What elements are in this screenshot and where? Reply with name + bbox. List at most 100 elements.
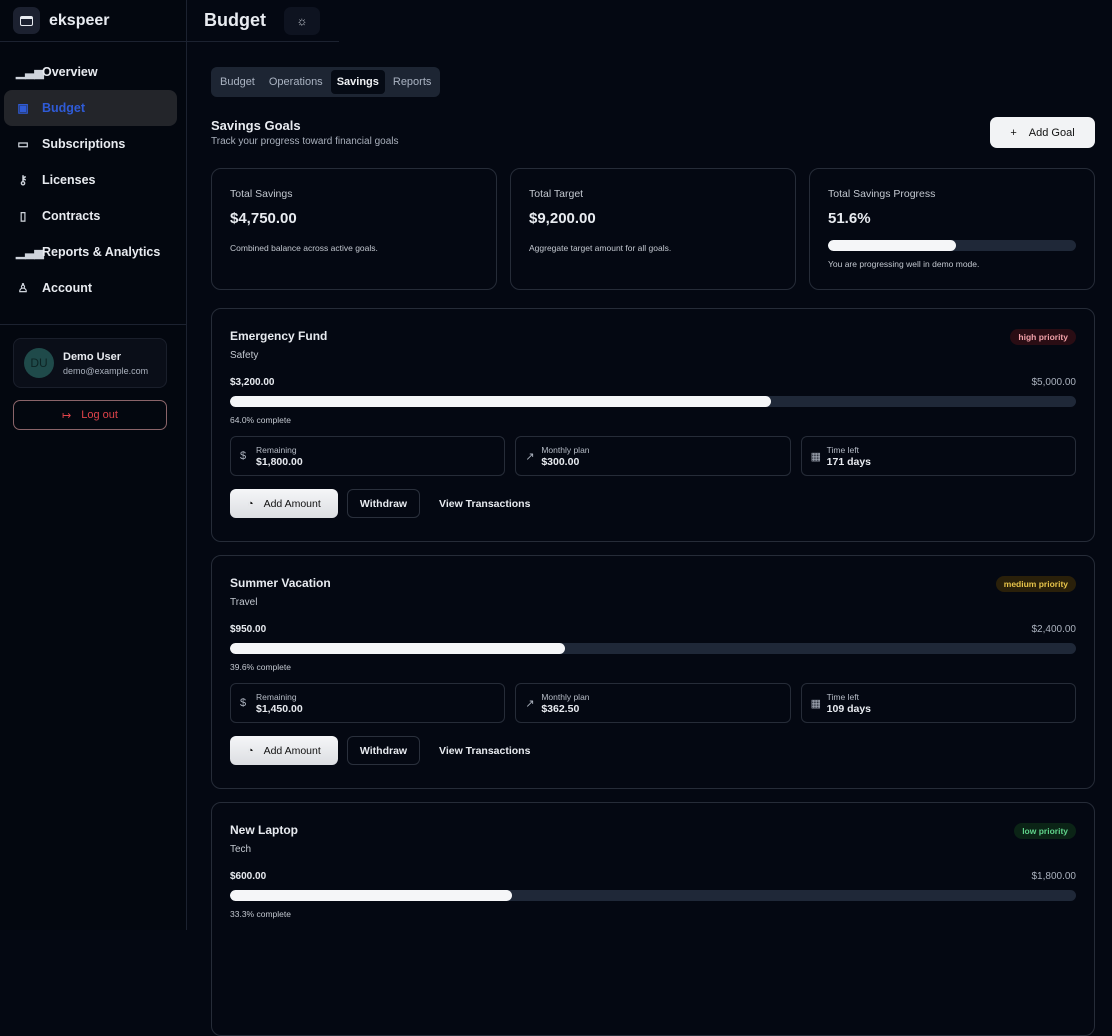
sidebar-nav: ▁▃▅ Overview ▣ Budget ▭ Subscriptions ⚷ Lice… [0,42,186,306]
percent-complete: 64.0% complete [230,415,291,425]
stat-value: $362.50 [541,702,580,715]
withdraw-button[interactable]: Withdraw [347,489,420,518]
nav-label: Reports & Analytics [42,245,161,259]
nav-label: Account [42,281,92,295]
user-icon: ♙ [17,281,29,295]
sun-icon: ☼ [296,13,308,28]
user-card: DU Demo User demo@example.com [13,338,167,388]
tab-budget[interactable]: Budget [214,70,261,94]
sidebar-item-budget[interactable]: ▣ Budget [4,90,177,126]
goal-category: Tech [230,844,252,855]
brand: ekspeer [0,0,186,42]
calendar-icon: ▦ [810,697,822,710]
piggy-bank-icon: ◔ [247,744,254,757]
progress-fill [230,643,566,654]
priority-badge: medium priority [995,576,1076,592]
stat-label: Monthly plan [541,691,590,702]
saved-amount: $600.00 [230,871,267,882]
total-target-card: Total Target $9,200.00 Aggregate target … [510,168,796,290]
card-note: Aggregate target amount for all goals. [529,243,672,253]
button-label: Add Amount [263,744,321,757]
goal-card: Summer Vacation Travel medium priority $… [211,555,1095,789]
divider [0,324,186,325]
stat-value: $1,800.00 [256,455,303,468]
nav-label: Budget [42,101,86,115]
target-amount: $1,800.00 [1031,871,1077,882]
percent-complete: 39.6% complete [230,662,291,672]
logout-button[interactable]: ↦ Log out [13,400,167,430]
nav-label: Contracts [42,209,101,223]
progress-fill [828,240,956,251]
theme-toggle-button[interactable]: ☼ [284,6,320,35]
user-email: demo@example.com [63,365,149,376]
remaining-stat: $ Remaining $1,800.00 [230,436,506,476]
calendar-icon: ▦ [810,450,822,463]
sidebar-item-subscriptions[interactable]: ▭ Subscriptions [4,126,177,162]
file-icon: ▯ [19,209,27,223]
time-left-stat: ▦ Time left 171 days [800,436,1076,476]
goal-category: Travel [230,597,258,608]
avatar: DU [24,348,54,378]
section-subtitle: Track your progress toward financial goa… [211,136,399,147]
stat-value: 171 days [826,455,872,468]
target-amount: $5,000.00 [1031,377,1077,388]
add-goal-button[interactable]: + Add Goal [990,117,1095,148]
saved-amount: $950.00 [230,624,267,635]
sidebar-item-overview[interactable]: ▁▃▅ Overview [4,54,177,90]
view-transactions-button[interactable]: View Transactions [429,736,540,765]
total-savings-card: Total Savings $4,750.00 Combined balance… [211,168,497,290]
wallet-icon: ▣ [17,101,29,115]
page-title: Budget [204,10,266,30]
tab-reports[interactable]: Reports [387,70,438,94]
sidebar-item-reports[interactable]: ▁▃▅ Reports & Analytics [4,234,177,270]
goal-stats: $ Remaining $1,450.00 ↗ Monthly plan $362.50… [230,683,1076,723]
trending-up-icon: ↗ [525,697,535,710]
progress-fill [230,890,512,901]
monthly-plan-stat: ↗ Monthly plan $300.00 [515,436,791,476]
card-icon [13,7,40,34]
stat-value: $300.00 [541,455,580,468]
key-icon: ⚷ [18,173,28,187]
sidebar-item-licenses[interactable]: ⚷ Licenses [4,162,177,198]
goal-category: Safety [230,350,259,361]
tab-savings[interactable]: Savings [330,70,385,94]
card-label: Total Target [529,188,584,200]
tab-operations[interactable]: Operations [263,70,329,94]
card-label: Total Savings Progress [828,188,936,200]
goal-title: Emergency Fund [230,329,328,343]
remaining-stat: $ Remaining $1,450.00 [230,683,506,723]
nav-label: Subscriptions [42,137,126,151]
user-name: Demo User [63,350,122,363]
goal-progress-bar [230,643,1076,654]
time-left-stat: ▦ Time left 109 days [800,683,1076,723]
nav-label: Licenses [42,173,96,187]
percent-complete: 33.3% complete [230,909,291,919]
dollar-icon: $ [240,697,247,709]
card-label: Total Savings [230,188,293,200]
withdraw-button[interactable]: Withdraw [347,736,420,765]
goal-progress-bar [230,396,1076,407]
add-amount-button[interactable]: ◔ Add Amount [230,736,338,765]
add-goal-label: Add Goal [1028,126,1075,139]
card-value: 51.6% [828,210,871,227]
sidebar-item-account[interactable]: ♙ Account [4,270,177,306]
goal-card: Emergency Fund Safety high priority $3,2… [211,308,1095,542]
section-title: Savings Goals [211,118,301,133]
stat-value: $1,450.00 [256,702,303,715]
goal-title: Summer Vacation [230,576,331,590]
target-amount: $2,400.00 [1031,624,1077,635]
piggy-bank-icon: ◔ [247,497,254,510]
sidebar-item-contracts[interactable]: ▯ Contracts [4,198,177,234]
page-header: Budget ☼ [187,0,339,42]
view-transactions-button[interactable]: View Transactions [429,489,540,518]
bar-chart-icon: ▁▃▅ [16,65,44,79]
goal-card: New Laptop Tech low priority $600.00 $1,8… [211,802,1095,1036]
priority-badge: high priority [1010,329,1076,345]
stat-label: Monthly plan [541,444,590,455]
card-value: $4,750.00 [230,210,297,227]
sidebar: ekspeer ▁▃▅ Overview ▣ Budget ▭ Subscriptio… [0,0,187,930]
logout-label: Log out [81,409,118,421]
add-amount-button[interactable]: ◔ Add Amount [230,489,338,518]
stat-label: Remaining [256,444,297,455]
summary-cards: Total Savings $4,750.00 Combined balance… [211,168,1095,290]
